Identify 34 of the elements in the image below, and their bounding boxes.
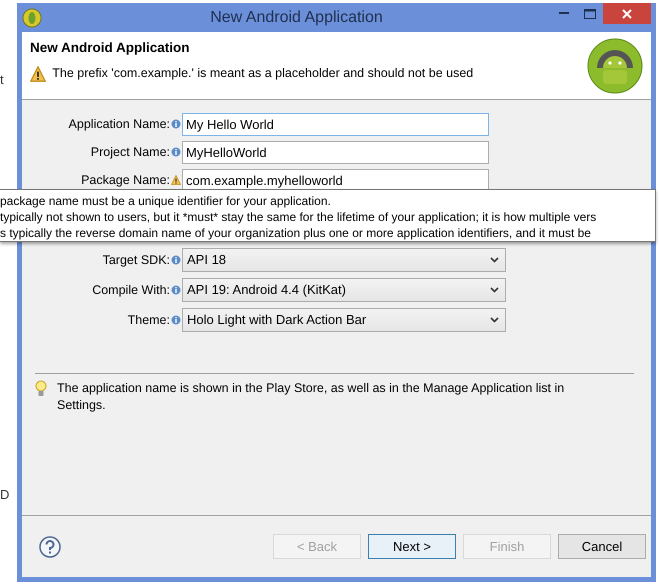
tip-text: The application name is shown in the Play Store, as well as in the Manage Application list in Settings. [57, 380, 566, 414]
tooltip-line: package name must be a unique identifier for your application. [0, 193, 332, 209]
minimize-icon [559, 12, 569, 15]
background-text: D [0, 486, 10, 504]
help-icon [39, 536, 61, 558]
chevron-down-icon [490, 317, 499, 323]
dropdown[interactable]: Holo Light with Dark Action Bar [182, 308, 506, 332]
field-label: Target SDK: [102, 252, 170, 269]
input-field[interactable]: MyHelloWorld [182, 140, 489, 164]
dropdown[interactable]: API 19: Android 4.4 (KitKat) [182, 278, 506, 302]
window-title: New Android Application [209, 8, 384, 28]
dialog-button[interactable]: Next > [368, 534, 456, 559]
field-label: Package Name: [80, 172, 170, 189]
tooltip-line: s typically the reverse domain name of your organization plus one or more application identifiers, and it must be [0, 225, 592, 241]
warning-message: The prefix 'com.example.' is meant as a placeholder and should not be used [52, 65, 474, 82]
dropdown[interactable]: API 18 [182, 248, 506, 272]
android-logo-icon [587, 38, 643, 94]
field-label: Application Name: [68, 116, 170, 133]
close-icon [622, 8, 632, 18]
chevron-down-icon [490, 257, 499, 263]
background-text: t [0, 71, 5, 89]
input-field[interactable]: My Hello World [182, 112, 489, 136]
field-label: Compile With: [91, 282, 170, 299]
field-label: Theme: [126, 312, 170, 329]
field-label: Project Name: [90, 144, 170, 161]
app-icon [22, 8, 42, 28]
input-field[interactable]: com.example.myhelloworld [182, 168, 489, 192]
maximize-icon [584, 8, 596, 18]
tooltip-line: typically not shown to users, but it *must* stay the same for the lifetime of your application; it is how multiple vers [0, 209, 598, 225]
page-title: New Android Application [30, 39, 190, 57]
chevron-down-icon [490, 287, 499, 293]
close-button[interactable] [603, 3, 651, 24]
lightbulb-icon [35, 380, 47, 397]
dialog-button[interactable]: Cancel [558, 534, 646, 559]
